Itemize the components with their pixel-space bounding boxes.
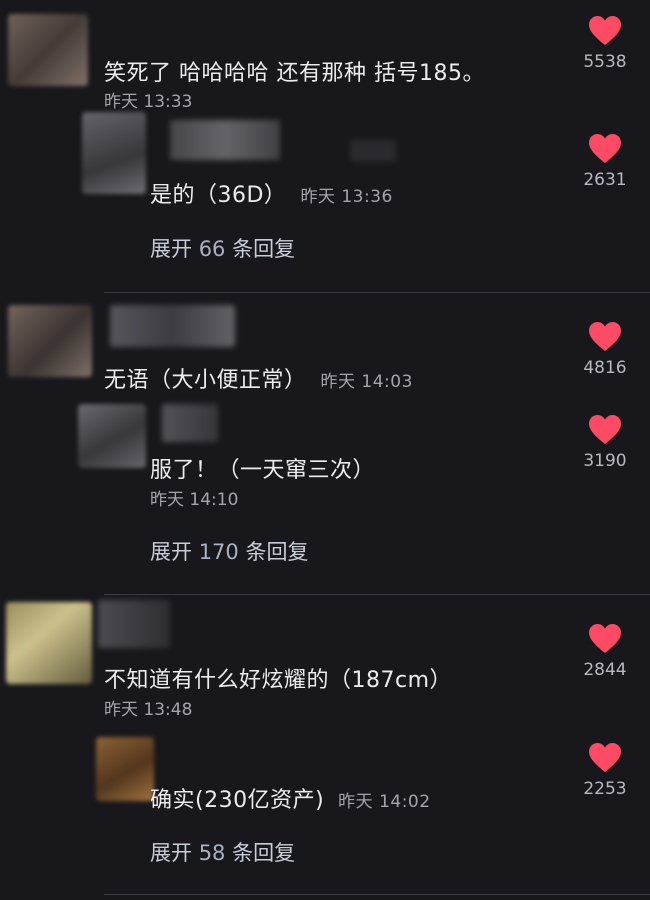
avatar[interactable] [8,14,88,86]
expand-suffix: 条回复 [225,841,296,865]
author-tag [350,140,396,162]
heart-icon [589,134,621,164]
comment-text-content: 无语（大小便正常） [104,368,307,393]
reply-text-content: 确实(230亿资产) [150,788,325,813]
like-count: 4816 [583,358,627,378]
reply-avatar[interactable] [82,112,146,194]
avatar[interactable] [6,602,92,684]
reply-text: 确实(230亿资产) 昨天 14:02 [150,782,431,814]
like-count: 5538 [583,52,627,72]
comment-text: 无语（大小便正常） 昨天 14:03 [104,362,413,394]
like-button[interactable]: 4816 [570,322,640,378]
reply-text: 服了！（一天窜三次） [150,458,376,483]
expand-replies-button[interactable]: 展开 66 条回复 [150,233,295,263]
reply-like-button[interactable]: 3190 [570,415,640,471]
reply-count: 58 [198,841,226,865]
reply-count: 66 [198,237,226,261]
reply-avatar[interactable] [96,737,154,801]
expand-suffix: 条回复 [225,237,296,261]
reply-avatar[interactable] [78,404,146,468]
username[interactable] [110,305,235,347]
reply-time: 昨天 14:02 [338,792,431,812]
expand-prefix: 展开 [150,540,199,564]
heart-icon [589,322,621,352]
like-count: 2844 [583,660,627,680]
comment-time: 昨天 13:48 [104,700,193,720]
like-count: 2253 [583,779,627,799]
comment-time: 昨天 13:33 [104,92,193,112]
comment-time: 昨天 14:03 [320,372,413,392]
expand-replies-button[interactable]: 展开 58 条回复 [150,837,295,867]
reply-username[interactable] [170,120,280,160]
expand-prefix: 展开 [150,237,199,261]
expand-prefix: 展开 [150,841,199,865]
username[interactable] [98,600,170,648]
like-count: 2631 [583,170,627,190]
heart-icon [589,16,621,46]
comment-text: 笑死了 哈哈哈哈 还有那种 括号185。 [104,61,485,86]
thread-divider [104,894,650,895]
reply-like-button[interactable]: 2631 [570,134,640,190]
heart-icon [589,743,621,773]
avatar[interactable] [8,305,92,377]
reply-time: 昨天 13:36 [300,187,393,207]
heart-icon [589,415,621,445]
expand-replies-button[interactable]: 展开 170 条回复 [150,536,308,566]
reply-count: 170 [198,540,239,564]
thread-divider [104,594,650,595]
reply-like-button[interactable]: 2253 [570,743,640,799]
reply-text-content: 是的（36D） [150,183,287,208]
like-button[interactable]: 5538 [570,16,640,72]
like-button[interactable]: 2844 [570,624,640,680]
expand-suffix: 条回复 [238,540,309,564]
reply-time: 昨天 14:10 [150,490,239,510]
comment-text: 不知道有什么好炫耀的（187cm） [104,668,453,693]
thread-divider [104,292,650,293]
reply-username[interactable] [162,404,218,442]
like-count: 3190 [583,451,627,471]
heart-icon [589,624,621,654]
reply-text: 是的（36D） 昨天 13:36 [150,177,393,209]
